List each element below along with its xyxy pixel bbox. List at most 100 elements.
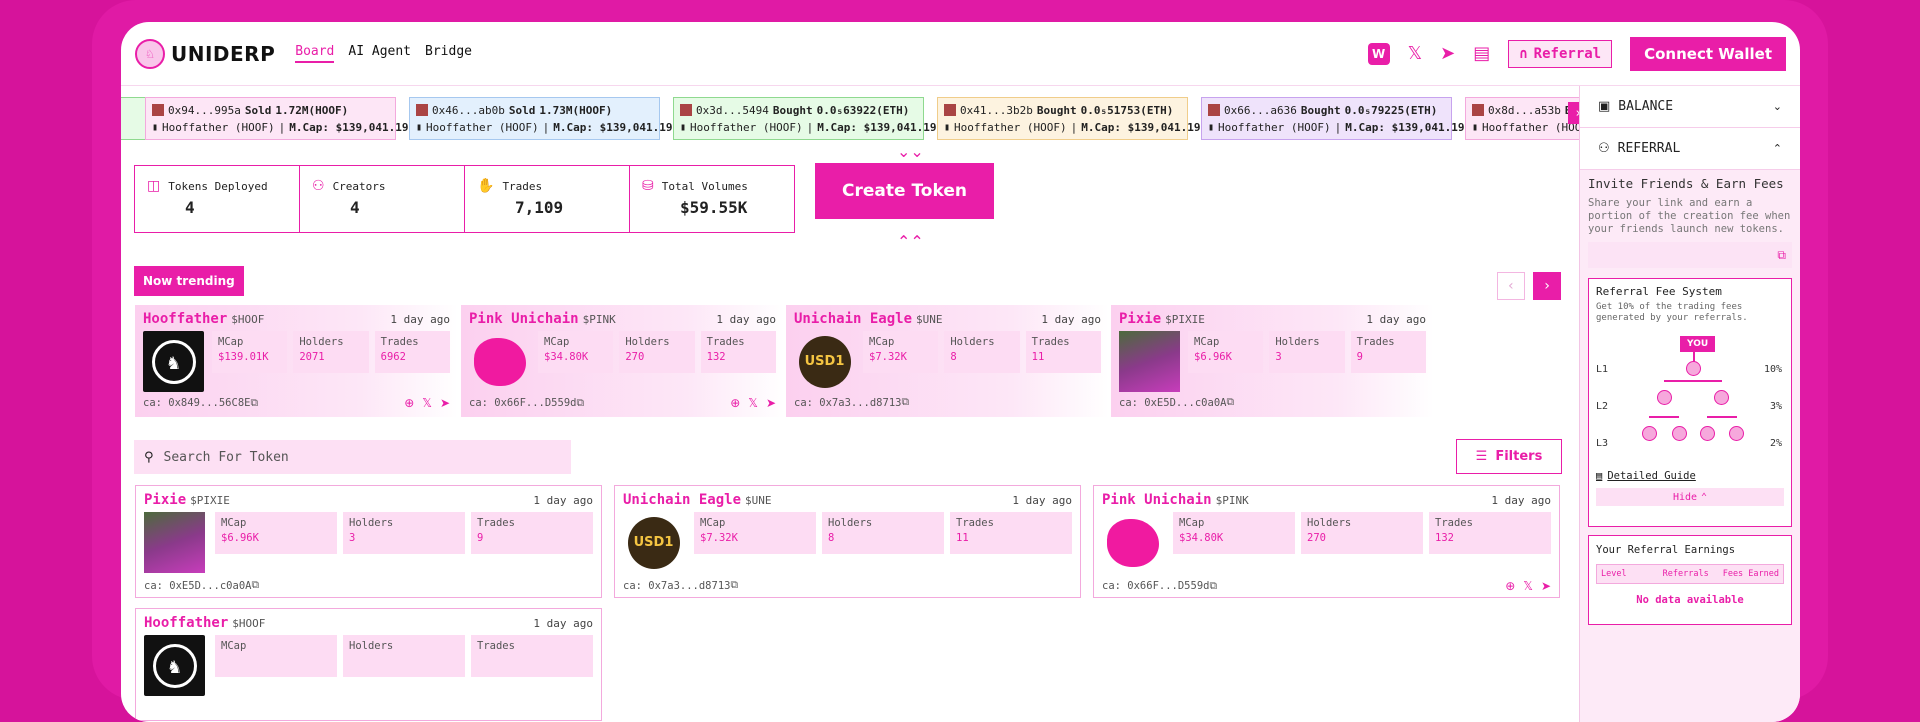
globe-icon[interactable]: ⊕ — [404, 396, 414, 410]
token-card[interactable]: Pixie $PIXIE 1 day ago MCap $6.96K Holders 3 Tr… — [1111, 305, 1434, 417]
no-data-text: No data available — [1636, 594, 1744, 606]
token-name[interactable]: Pink Unichain — [1102, 492, 1212, 508]
hide-button[interactable]: Hide ⌃ — [1596, 488, 1784, 506]
next-page-button[interactable]: › — [1533, 272, 1561, 300]
telegram-icon[interactable]: ➤ — [766, 396, 776, 410]
ticker-item[interactable]: 0x8d...a53bBough▮Hooffather (HOOF) — [1465, 97, 1579, 140]
ticker-address: 0x94...995a — [168, 103, 241, 117]
telegram-icon[interactable]: ➤ — [1541, 579, 1551, 593]
card-header: Pink Unichain $PINK 1 day ago — [1102, 492, 1551, 508]
token-age: 1 day ago — [1012, 494, 1072, 507]
copy-icon[interactable]: ⧉ — [1209, 580, 1217, 593]
metric-trades: Trades 132 — [700, 331, 776, 373]
stats-bar: ◫ Tokens Deployed 4 ⚇ Creators 4 ✋ Trades 7… — [134, 165, 795, 233]
card-header: Pink Unichain $PINK 1 day ago — [469, 311, 776, 327]
token-name[interactable]: Unichain Eagle — [623, 492, 741, 508]
referral-link-field[interactable]: ⧉ — [1588, 242, 1792, 268]
metric-label: Holders — [828, 517, 873, 529]
globe-icon[interactable]: ⊕ — [730, 396, 740, 410]
stat-total-volumes: ⛁ Total Volumes $59.55K — [630, 166, 794, 232]
token-name[interactable]: Pixie — [144, 492, 186, 508]
tree-line — [1707, 416, 1737, 418]
token-name[interactable]: Hooffather — [144, 615, 228, 631]
x-icon[interactable]: 𝕏 — [1408, 43, 1423, 64]
trade-ticker: 930x94...995aSold1.72M(HOOF)▮Hooffather … — [121, 94, 1579, 142]
node-l3 — [1642, 426, 1657, 441]
chevrons-down-icon[interactable]: ⌄⌄ — [897, 142, 924, 161]
metric-label: Trades — [956, 517, 994, 529]
copy-icon[interactable]: ⧉ — [901, 396, 909, 409]
copy-icon[interactable]: ⧉ — [250, 397, 258, 410]
telegram-icon[interactable]: ➤ — [1440, 43, 1455, 64]
x-icon[interactable]: 𝕏 — [422, 396, 432, 410]
logo[interactable]: ♘ UNIDERP — [135, 38, 275, 69]
nav-bridge[interactable]: Bridge — [425, 44, 472, 63]
node-l3 — [1729, 426, 1744, 441]
ticker-action: Bought — [772, 103, 813, 117]
document-icon[interactable]: ▤ — [1473, 43, 1490, 64]
metric-value: $6.96K — [1194, 351, 1232, 363]
metric-trades: Trades 132 — [1429, 512, 1551, 554]
metric-value: 3 — [1275, 351, 1282, 363]
token-name[interactable]: Unichain Eagle — [794, 311, 912, 327]
search-box[interactable]: ⚲ Search For Token — [134, 440, 571, 474]
filters-label: Filters — [1495, 449, 1543, 464]
token-name[interactable]: Hooffather — [143, 311, 227, 327]
globe-icon[interactable]: ⊕ — [1505, 579, 1515, 593]
telegram-icon[interactable]: ➤ — [440, 396, 450, 410]
card-footer: ca: 0x66F...D559d ⧉ ⊕ 𝕏 ➤ — [1102, 579, 1551, 593]
metric-value: 8 — [950, 351, 957, 363]
invite-title: Invite Friends & Earn Fees — [1588, 176, 1784, 191]
ticker-row: 0x94...995a Sold 1.72M(HOOF) — [152, 102, 389, 118]
copy-icon[interactable]: ⧉ — [251, 579, 259, 592]
ticker-item[interactable]: 0x41...3b2b Bought 0.0₅51753(ETH) ▮ Hooffath… — [937, 97, 1200, 140]
token-name[interactable]: Pixie — [1119, 311, 1161, 327]
token-card[interactable]: Pink Unichain $PINK 1 day ago MCap $34.80K Ho… — [1093, 485, 1560, 598]
copy-icon[interactable]: ⧉ — [576, 397, 584, 410]
pixie-image — [144, 512, 205, 573]
stat-label: Total Volumes — [661, 179, 748, 193]
referral-accordion[interactable]: ⚇ REFERRAL ⌃ — [1580, 128, 1800, 170]
nav-ai-agent[interactable]: AI Agent — [348, 44, 411, 63]
contract-address: ca: 0xE5D...c0a0A — [1119, 396, 1227, 409]
copy-icon[interactable]: ⧉ — [730, 579, 738, 592]
metric-value: 270 — [1307, 532, 1326, 544]
create-token-button[interactable]: Create Token — [815, 163, 994, 219]
token-card[interactable]: Pink Unichain $PINK 1 day ago MCap $34.80K Ho… — [461, 305, 784, 417]
card-header: Unichain Eagle $UNE 1 day ago — [623, 492, 1072, 508]
metrics: MCap $7.32K Holders 8 Trades 11 — [863, 331, 1101, 392]
contract-address: ca: 0x66F...D559d — [469, 397, 577, 409]
prev-page-button[interactable]: ‹ — [1497, 272, 1525, 300]
token-card[interactable]: Pixie $PIXIE 1 day ago MCap $6.96K Holders 3 Tr… — [135, 485, 602, 598]
search-input[interactable]: Search For Token — [164, 450, 289, 465]
ticker-item[interactable]: 0x66...a636 Bought 0.0₅79225(ETH) ▮ Hooffath… — [1201, 97, 1464, 140]
chevrons-up-icon[interactable]: ⌃⌃ — [897, 232, 924, 251]
nav-board[interactable]: Board — [295, 44, 335, 63]
filters-button[interactable]: ☰ Filters — [1456, 439, 1562, 474]
token-card[interactable]: Unichain Eagle $UNE 1 day ago USD1 MCap $7.32… — [614, 485, 1081, 598]
copy-icon[interactable]: ⧉ — [1226, 396, 1234, 409]
metric-mcap: MCap $34.80K — [1173, 512, 1295, 554]
x-icon[interactable]: 𝕏 — [748, 396, 758, 410]
card-body: MCap $6.96K Holders 3 Trades 9 — [1119, 331, 1426, 392]
copy-icon[interactable]: ⧉ — [1777, 248, 1786, 263]
token-card[interactable]: Hooffather $HOOF 1 day ago ♞ MCap Holders Trad… — [135, 608, 602, 721]
balance-accordion[interactable]: ▣ BALANCE ⌄ — [1580, 86, 1800, 128]
referral-button[interactable]: ∩ Referral — [1508, 39, 1613, 68]
token-name[interactable]: Pink Unichain — [469, 311, 579, 327]
metric-label: MCap — [221, 517, 247, 529]
metric-value: 270 — [625, 351, 645, 363]
w-icon[interactable]: W — [1367, 42, 1390, 65]
token-card[interactable]: Unichain Eagle $UNE 1 day ago USD1 MCap $7.32… — [786, 305, 1109, 417]
stat-label: Trades — [502, 179, 543, 193]
metric-value: 132 — [706, 351, 726, 363]
stat-value: 4 — [350, 198, 360, 217]
ticker-item[interactable]: 0x46...ab0b Sold 1.73M(HOOF) ▮ Hooffather (H… — [409, 97, 672, 140]
ticker-item[interactable]: 0x3d...5494 Bought 0.0₅63922(ETH) ▮ Hooffath… — [673, 97, 936, 140]
connect-wallet-button[interactable]: Connect Wallet — [1630, 36, 1786, 71]
metric-label: MCap — [544, 336, 570, 348]
ticker-item[interactable]: 0x94...995a Sold 1.72M(HOOF) ▮ Hooffather (H… — [145, 97, 408, 140]
detailed-guide-link[interactable]: ▤ Detailed Guide — [1596, 470, 1784, 482]
token-card[interactable]: Hooffather $HOOF 1 day ago ♞ MCap $139.01K Hol… — [135, 305, 458, 417]
x-icon[interactable]: 𝕏 — [1523, 579, 1533, 593]
